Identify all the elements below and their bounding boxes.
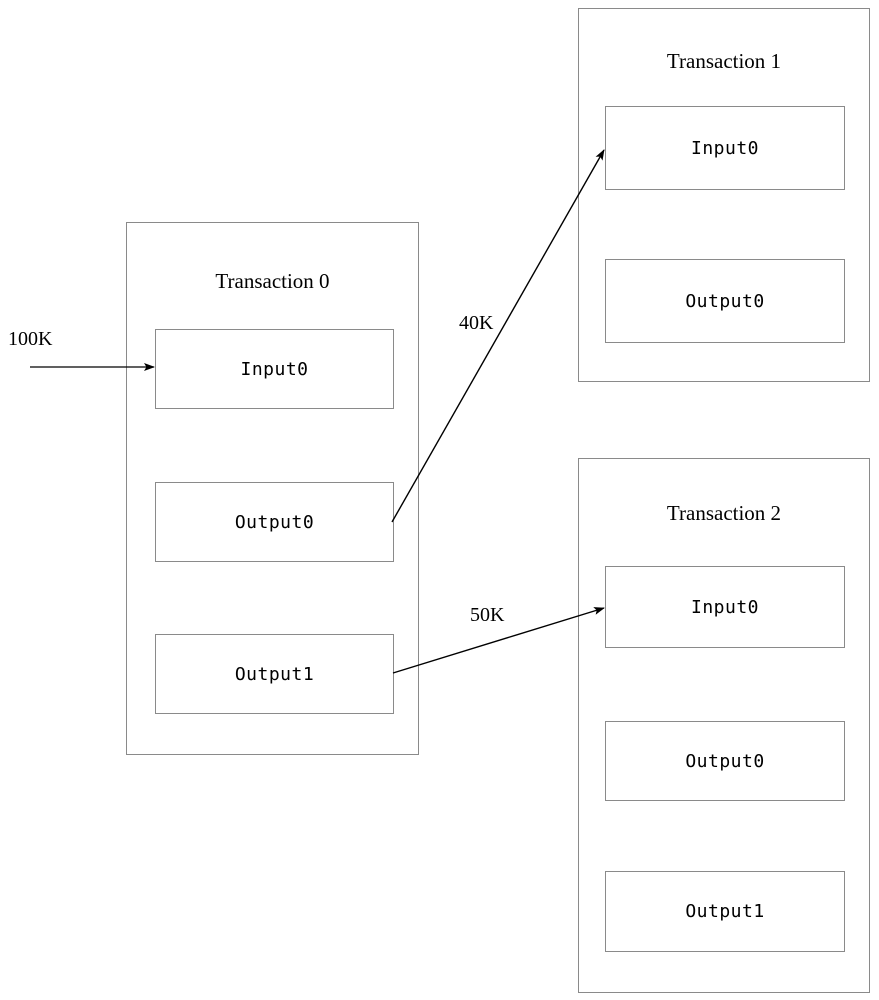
- tx0-output1-label: Output1: [234, 663, 315, 685]
- tx2-output0-slot[interactable]: Output0: [605, 721, 845, 801]
- tx1-input0-slot[interactable]: Input0: [605, 106, 845, 190]
- flow-40k-label: 40K: [459, 312, 494, 334]
- tx0-input0-label: Input0: [240, 358, 309, 380]
- tx0-output0-label: Output0: [234, 511, 315, 533]
- flow-50k-label: 50K: [470, 604, 505, 626]
- tx2-input0-label: Input0: [690, 596, 760, 618]
- transaction-0-box[interactable]: Transaction 0 Input0 Output0 Output1: [126, 222, 419, 755]
- flow-40k-arrow: [391, 149, 605, 523]
- transaction-2-title: Transaction 2: [666, 501, 782, 525]
- transaction-0-title: Transaction 0: [215, 269, 330, 293]
- diagram-canvas: Transaction 0 Input0 Output0 Output1 Tra…: [0, 0, 879, 1000]
- tx2-input0-slot[interactable]: Input0: [605, 566, 845, 648]
- tx2-output1-slot[interactable]: Output1: [605, 871, 845, 952]
- flow-incoming-label: 100K: [8, 328, 53, 350]
- tx0-output0-slot[interactable]: Output0: [155, 482, 394, 562]
- tx0-output1-slot[interactable]: Output1: [155, 634, 394, 714]
- tx1-input0-label: Input0: [690, 137, 760, 159]
- tx1-output0-slot[interactable]: Output0: [605, 259, 845, 343]
- tx1-output0-label: Output0: [685, 290, 765, 312]
- transaction-1-box[interactable]: Transaction 1 Input0 Output0: [578, 8, 870, 382]
- tx2-output1-label: Output1: [685, 901, 765, 922]
- transaction-2-box[interactable]: Transaction 2 Input0 Output0 Output1: [578, 458, 870, 993]
- tx0-input0-slot[interactable]: Input0: [155, 329, 394, 409]
- tx2-output0-label: Output0: [685, 750, 765, 772]
- transaction-1-title: Transaction 1: [666, 49, 782, 73]
